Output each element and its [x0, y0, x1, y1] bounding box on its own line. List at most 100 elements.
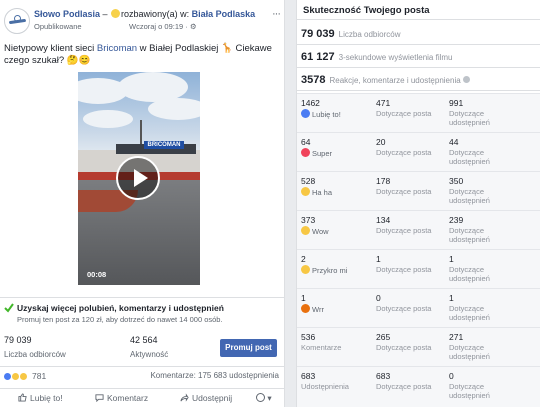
sad-icon — [301, 265, 310, 274]
insights-interactions-value: 3578 — [301, 74, 326, 86]
reach-stat: 79 039 Liczba odbiorców — [4, 335, 66, 359]
breakdown-row: 1462 Lubię to! 471 Dotyczące posta 991 Dotycz… — [297, 93, 540, 134]
breakdown-total-cell: 536 Komentarze — [301, 332, 341, 352]
video-duration: 00:08 — [87, 270, 107, 279]
breakdown-label-line: Udostępnienia — [301, 382, 349, 391]
breakdown-row: 64 Super 20 Dotyczące posta 44 Dotyczące udos… — [297, 132, 540, 173]
breakdown-post-value: 178 — [376, 176, 391, 186]
share-audience-selector[interactable]: ▾ — [256, 393, 272, 404]
breakdown-post-cell: 20 Dotyczące posta — [376, 137, 431, 157]
engagement-label: Aktywność — [130, 350, 169, 359]
breakdown-shares-label: Dotyczące udostępnień — [449, 226, 490, 244]
breakdown-shares-value: 0 — [449, 371, 454, 381]
breakdown-label-line: Przykro mi — [301, 265, 347, 275]
boost-post-button[interactable]: Promuj post — [220, 339, 277, 357]
comment-button-label: Komentarz — [107, 393, 149, 403]
breakdown-post-value: 471 — [376, 98, 391, 108]
breakdown-shares-value: 350 — [449, 176, 464, 186]
breakdown-shares-value: 1 — [449, 293, 454, 303]
breakdown-post-value: 20 — [376, 137, 386, 147]
insights-panel: Skuteczność Twojego posta 79 039 Liczba o… — [296, 0, 540, 407]
breakdown-total-value: 528 — [301, 176, 316, 186]
breakdown-post-value: 683 — [376, 371, 391, 381]
breakdown-shares-label: Dotyczące udostępnień — [449, 265, 490, 283]
page-avatar[interactable] — [4, 8, 30, 34]
insights-views-value: 61 127 — [301, 51, 335, 63]
post-options-icon[interactable]: ··· — [272, 8, 281, 20]
insights-title: Skuteczność Twojego posta — [297, 0, 540, 20]
post-text: Nietypowy klient sieci Bricoman w Białej… — [4, 43, 274, 67]
angry-icon — [301, 304, 310, 313]
breakdown-post-cell: 0 Dotyczące posta — [376, 293, 431, 313]
info-icon[interactable] — [462, 76, 470, 83]
breakdown-label: Wow — [312, 227, 329, 236]
breakdown-row: 373 Wow 134 Dotyczące posta 239 Dotyczące udo… — [297, 210, 540, 251]
engagement-value: 42 564 — [130, 335, 158, 345]
breakdown-post-cell: 178 Dotyczące posta — [376, 176, 431, 196]
breakdown-post-cell: 471 Dotyczące posta — [376, 98, 431, 118]
breakdown-shares-cell: 1 Dotyczące udostępnień — [449, 293, 509, 322]
breakdown-post-cell: 265 Dotyczące posta — [376, 332, 431, 352]
breakdown-total-cell: 1 Wrr — [301, 293, 324, 314]
comment-bubble-icon — [95, 394, 104, 402]
play-button-icon[interactable] — [116, 156, 160, 200]
breakdown-shares-cell: 44 Dotyczące udostępnień — [449, 137, 509, 166]
engagement-stat: 42 564 Aktywność — [130, 335, 168, 359]
breakdown-post-label: Dotyczące posta — [376, 304, 432, 313]
breakdown-total-cell: 1462 Lubię to! — [301, 98, 341, 119]
breakdown-label-line: Super — [301, 148, 332, 158]
breakdown-shares-value: 271 — [449, 332, 464, 342]
breakdown-total-value: 64 — [301, 137, 311, 147]
breakdown-total-value: 2 — [301, 254, 306, 264]
page-name-link[interactable]: Słowo Podlasia — [34, 9, 100, 19]
breakdown-total-cell: 373 Wow — [301, 215, 329, 236]
breakdown-post-cell: 134 Dotyczące posta — [376, 215, 431, 235]
feeling-emoji-icon — [111, 9, 121, 18]
reach-label: Liczba odbiorców — [4, 350, 66, 359]
breakdown-label-line: Ha ha — [301, 187, 332, 197]
breakdown-shares-label: Dotyczące udostępnień — [449, 382, 490, 400]
breakdown-total-cell: 64 Super — [301, 137, 332, 158]
breakdown-post-value: 0 — [376, 293, 381, 303]
chevron-down-icon: ▾ — [265, 393, 272, 403]
breakdown-row: 683 Udostępnienia 683 Dotyczące posta 0 Dotyc… — [297, 366, 540, 407]
breakdown-shares-value: 1 — [449, 254, 454, 264]
comment-button[interactable]: Komentarz — [95, 393, 148, 403]
breakdown-shares-value: 239 — [449, 215, 464, 225]
breakdown-row: 536 Komentarze 265 Dotyczące posta 271 Dotycz… — [297, 327, 540, 368]
breakdown-total-value: 1462 — [301, 98, 320, 108]
like-button-label: Lubię to! — [30, 393, 63, 403]
breakdown-total-value: 536 — [301, 332, 316, 342]
reach-value: 79 039 — [4, 335, 32, 345]
share-button[interactable]: Udostępnij — [180, 393, 232, 403]
breakdown-label: Ha ha — [312, 188, 333, 197]
globe-icon — [256, 393, 265, 402]
post-timestamp[interactable]: Wczoraj o 09:19 · — [129, 22, 190, 31]
breakdown-shares-label: Dotyczące udostępnień — [449, 187, 490, 205]
breakdown-row: 528 Ha ha 178 Dotyczące posta 350 Dotyczące u… — [297, 171, 540, 212]
post-actions: Lubię to! Komentarz Udostępnij ▾ — [0, 388, 285, 407]
like-button[interactable]: Lubię to! — [18, 393, 63, 403]
location-link[interactable]: Biała Podlaska — [192, 9, 256, 19]
video-store-sign: BRICOMAN — [144, 141, 184, 149]
breakdown-row: 1 Wrr 0 Dotyczące posta 1 Dotyczące udostępni… — [297, 288, 540, 329]
breakdown-total-cell: 683 Udostępnienia — [301, 371, 349, 391]
post-video[interactable]: BRICOMAN 00:08 — [78, 72, 200, 285]
breakdown-shares-value: 991 — [449, 98, 464, 108]
breakdown-total-value: 373 — [301, 215, 316, 225]
comments-shares-count[interactable]: Komentarze: 175 683 udostępnienia — [150, 371, 279, 380]
privacy-globe-icon: ⚙ — [189, 22, 197, 31]
breakdown-shares-cell: 239 Dotyczące udostępnień — [449, 215, 509, 244]
feeling-text: rozbawiony(a) w: — [121, 9, 192, 19]
status-dash: – — [102, 9, 111, 19]
reactions-bar: 781 Komentarze: 175 683 udostępnienia — [0, 366, 285, 384]
post-meta: Opublikowane Wczoraj o 09:19 · ⚙ — [34, 22, 197, 31]
logo-bar-icon — [8, 18, 27, 25]
breakdown-shares-cell: 271 Dotyczące udostępnień — [449, 332, 509, 361]
bricoman-link[interactable]: Bricoman — [97, 43, 137, 54]
breakdown-label: Przykro mi — [312, 266, 348, 275]
reactions-count[interactable]: 781 — [32, 371, 46, 381]
post-card: Słowo Podlasia – rozbawiony(a) w: Biała … — [0, 0, 285, 407]
breakdown-post-label: Dotyczące posta — [376, 382, 432, 391]
breakdown-label: Wrr — [312, 305, 324, 314]
